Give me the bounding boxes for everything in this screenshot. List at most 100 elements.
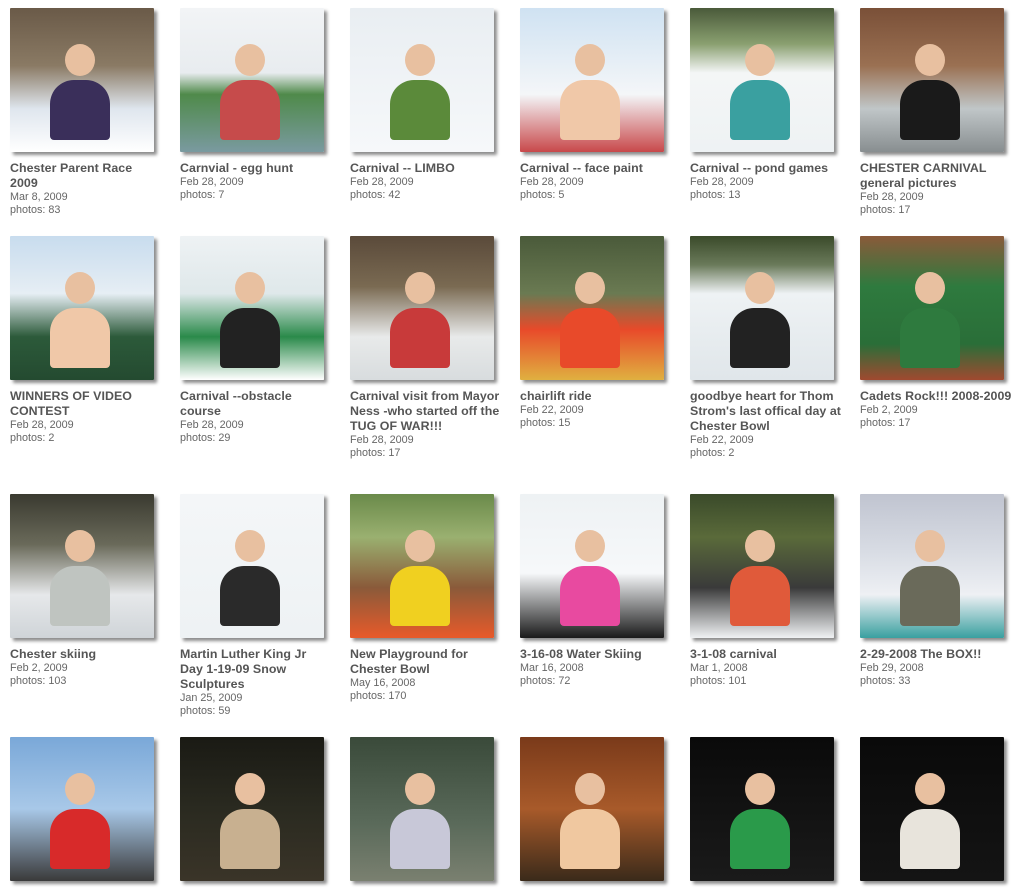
album-title[interactable]: Carnvial - egg hunt [180,161,332,176]
album-item[interactable]: Carnival -- pond games Feb 28, 2009 photos… [690,8,850,202]
album-title[interactable]: Chester Parent Race 2009 [10,161,162,191]
album-date: Feb 29, 2008 [860,662,924,674]
album-item[interactable]: Carnival visit from Mayor Ness -who star… [350,236,510,460]
album-title[interactable]: Carnival -- LIMBO [350,161,502,176]
album-photo-count: photos: 7 [180,189,225,201]
album-date: Feb 28, 2009 [180,419,244,431]
album-thumbnail[interactable] [350,8,494,152]
album-title[interactable]: 3-16-08 Water Skiing [520,647,672,662]
photo-figure-body [900,809,960,869]
album-item[interactable] [520,737,680,890]
album-thumbnail[interactable] [520,236,664,380]
album-title[interactable]: CHESTER CARNIVAL general pictures [860,161,1012,191]
album-thumbnail[interactable] [690,494,834,638]
photo-figure-head [235,272,265,304]
album-item[interactable]: Carnival --obstacle course Feb 28, 2009 ph… [180,236,340,445]
photo-figure-head [745,773,775,805]
album-thumbnail[interactable] [860,494,1004,638]
album-thumbnail[interactable] [690,8,834,152]
album-item[interactable] [690,737,850,890]
album-title[interactable]: WINNERS OF VIDEO CONTEST [10,389,162,419]
album-title[interactable]: Carnival visit from Mayor Ness -who star… [350,389,502,434]
album-photo-count: photos: 103 [10,675,67,687]
album-item[interactable]: CHESTER CARNIVAL general pictures Feb 28,… [860,8,1019,217]
photo-figure-head [575,530,605,562]
photo-figure-head [575,44,605,76]
album-title[interactable]: 3-1-08 carnival [690,647,842,662]
photo-figure-body [900,308,960,368]
album-thumbnail[interactable] [690,737,834,881]
album-thumbnail[interactable] [520,8,664,152]
album-title[interactable]: Martin Luther King Jr Day 1-19-09 Snow S… [180,647,332,692]
album-item[interactable]: 3-1-08 carnival Mar 1, 2008 photos: 101 [690,494,850,688]
album-item[interactable]: Martin Luther King Jr Day 1-19-09 Snow S… [180,494,340,718]
album-thumbnail[interactable] [180,494,324,638]
photo-figure-head [235,44,265,76]
album-item[interactable] [860,737,1019,890]
album-title[interactable]: Carnival -- pond games [690,161,842,176]
album-thumbnail[interactable] [180,236,324,380]
album-photo-count: photos: 15 [520,417,571,429]
album-date: Feb 28, 2009 [350,434,414,446]
album-item[interactable]: goodbye heart for Thom Strom's last offi… [690,236,850,460]
album-thumbnail[interactable] [10,494,154,638]
album-photo-count: photos: 59 [180,705,231,717]
album-item[interactable]: Carnival -- LIMBO Feb 28, 2009 photos: 42 [350,8,510,202]
photo-figure-body [50,809,110,869]
album-title[interactable]: 2-29-2008 The BOX!! [860,647,1012,662]
album-item[interactable] [10,737,170,890]
album-date: Feb 28, 2009 [10,419,74,431]
album-thumbnail[interactable] [10,737,154,881]
photo-figure-body [560,308,620,368]
photo-figure-head [575,272,605,304]
album-item[interactable]: 2-29-2008 The BOX!! Feb 29, 2008 photos: 3… [860,494,1019,688]
album-thumbnail[interactable] [520,737,664,881]
photo-figure-head [915,272,945,304]
album-thumbnail[interactable] [180,737,324,881]
album-thumbnail[interactable] [860,236,1004,380]
album-title[interactable]: chairlift ride [520,389,672,404]
album-title[interactable]: Carnival -- face paint [520,161,672,176]
album-thumbnail[interactable] [350,494,494,638]
album-thumbnail[interactable] [180,8,324,152]
album-title[interactable]: Cadets Rock!!! 2008-2009 [860,389,1012,404]
album-item[interactable]: Chester skiing Feb 2, 2009 photos: 103 [10,494,170,688]
photo-figure-body [50,566,110,626]
album-thumbnail[interactable] [860,737,1004,881]
photo-figure-head [575,773,605,805]
album-date: Feb 22, 2009 [690,434,754,446]
album-thumbnail[interactable] [520,494,664,638]
album-title[interactable]: Carnival --obstacle course [180,389,332,419]
album-thumbnail[interactable] [10,236,154,380]
album-item[interactable]: WINNERS OF VIDEO CONTEST Feb 28, 2009 phot… [10,236,170,445]
album-item[interactable]: 3-16-08 Water Skiing Mar 16, 2008 photos: … [520,494,680,688]
album-thumbnail[interactable] [690,236,834,380]
photo-figure-body [900,566,960,626]
photo-figure-body [390,809,450,869]
album-item[interactable]: Cadets Rock!!! 2008-2009 Feb 2, 2009 photo… [860,236,1019,430]
album-thumbnail[interactable] [350,737,494,881]
album-item[interactable] [350,737,510,890]
album-title[interactable]: New Playground for Chester Bowl [350,647,502,677]
album-title[interactable]: goodbye heart for Thom Strom's last offi… [690,389,842,434]
album-item[interactable] [180,737,340,890]
photo-figure-head [65,44,95,76]
album-item[interactable]: Carnvial - egg hunt Feb 28, 2009 photos: 7 [180,8,340,202]
album-title[interactable]: Chester skiing [10,647,162,662]
photo-figure-head [65,272,95,304]
album-date: Feb 28, 2009 [180,176,244,188]
album-item[interactable]: chairlift ride Feb 22, 2009 photos: 15 [520,236,680,430]
album-item[interactable]: New Playground for Chester Bowl May 16, 2… [350,494,510,703]
album-item[interactable]: Carnival -- face paint Feb 28, 2009 photos… [520,8,680,202]
album-thumbnail[interactable] [860,8,1004,152]
album-date: May 16, 2008 [350,677,416,689]
album-date: Feb 2, 2009 [10,662,68,674]
album-photo-count: photos: 17 [860,417,911,429]
photo-figure-head [405,773,435,805]
album-item[interactable]: Chester Parent Race 2009 Mar 8, 2009 photo… [10,8,170,217]
album-thumbnail[interactable] [350,236,494,380]
album-photo-count: photos: 33 [860,675,911,687]
photo-figure-body [50,308,110,368]
album-thumbnail[interactable] [10,8,154,152]
photo-figure-body [730,566,790,626]
